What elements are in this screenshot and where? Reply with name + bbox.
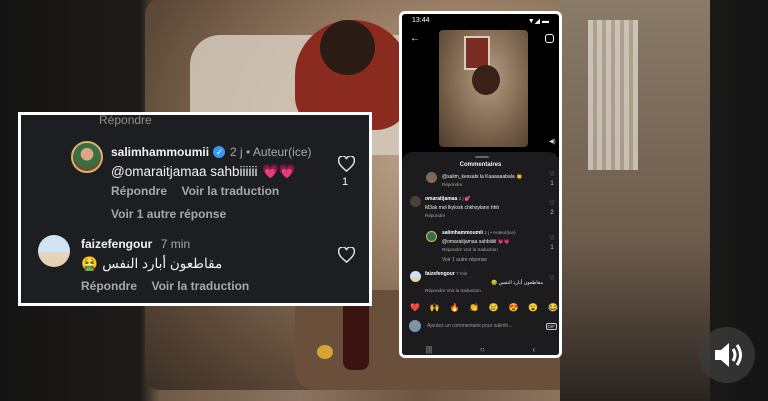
reply-button[interactable]: Répondre bbox=[425, 213, 543, 218]
emoji-raised-hands[interactable]: 🙌 bbox=[430, 303, 440, 312]
reply-button[interactable]: Répondre bbox=[111, 184, 167, 198]
quick-emoji-bar: ❤️ 🙌 🔥 👏 😢 😍 😮 😂 bbox=[410, 303, 558, 312]
comment-input[interactable]: Ajoutez un commentaire pour salimh... bbox=[427, 323, 546, 329]
see-more-replies-button[interactable]: Voir 1 autre réponse bbox=[442, 257, 487, 263]
like-heart-icon[interactable]: ♡ bbox=[547, 236, 557, 242]
comments-sheet: Commentaires @salim_kessabi la Kaaaaaaba… bbox=[402, 152, 559, 355]
see-translation-button[interactable]: Voir la traduction bbox=[151, 279, 249, 293]
reply-button[interactable]: Répondre bbox=[442, 182, 542, 187]
avatar[interactable] bbox=[410, 196, 421, 207]
like-count: 2 bbox=[550, 210, 554, 216]
emoji-surprised[interactable]: 😮 bbox=[528, 303, 538, 312]
video-stage: Répondre salimhammoumii ✓ 2 j • Auteur(i… bbox=[0, 0, 768, 401]
volume-button[interactable] bbox=[699, 327, 755, 383]
like-count: 1 bbox=[342, 176, 349, 188]
like-heart-icon[interactable] bbox=[338, 156, 355, 172]
emoji-laughing[interactable]: 😂 bbox=[548, 303, 558, 312]
comment-emoji: 🤮 bbox=[81, 256, 98, 271]
reply-button[interactable]: Répondre bbox=[425, 288, 445, 293]
comment-username[interactable]: omaraitjamaa bbox=[425, 196, 457, 202]
like-count: 1 bbox=[550, 245, 554, 251]
comment-meta: 7 min bbox=[456, 271, 468, 276]
comment-text: مقاطعون أبارد النفس 🤮 bbox=[490, 280, 543, 286]
phone-screenshot: 13:44 ▼◢ ▬ ← ◀) Commentaires @salim_kess… bbox=[399, 11, 562, 358]
comment-text: @omaraitjamaa sahbiiiiii 💗💗 bbox=[442, 239, 511, 245]
back-icon[interactable]: ‹ bbox=[532, 345, 535, 354]
gif-button[interactable]: GIF bbox=[545, 322, 557, 330]
verified-badge-icon: ✓ bbox=[213, 145, 226, 158]
comment-username[interactable]: salimhammoumii bbox=[111, 145, 209, 159]
comment-emoji: 💗💗 bbox=[261, 164, 296, 179]
reply-button[interactable]: Répondre bbox=[442, 247, 462, 252]
comment-text: @salim_kessabi la Kaaaaaabala 👏 bbox=[442, 174, 523, 180]
comment-meta: 7 min bbox=[160, 237, 191, 251]
comment-username[interactable]: faizefengour bbox=[81, 237, 152, 251]
comments-title: Commentaires bbox=[459, 162, 502, 168]
recent-apps-icon[interactable]: ||| bbox=[426, 345, 432, 354]
see-translation-button[interactable]: Voir la traduction bbox=[463, 247, 497, 252]
status-icons: ▼◢ ▬ bbox=[527, 18, 549, 25]
avatar[interactable] bbox=[38, 235, 70, 267]
status-bar: 13:44 ▼◢ ▬ bbox=[402, 14, 559, 28]
sound-icon[interactable]: ◀) bbox=[549, 138, 556, 145]
comment-text: @omaraitjamaa sahbiiiiii bbox=[111, 164, 258, 179]
see-translation-button[interactable]: Voir la traduction bbox=[181, 184, 279, 198]
faded-reply-link[interactable]: Répondre bbox=[99, 115, 152, 127]
comment-meta: 2 j • Auteur(ice) bbox=[229, 145, 312, 159]
camera-icon[interactable] bbox=[545, 34, 554, 43]
emoji-heart-eyes[interactable]: 😍 bbox=[509, 303, 519, 312]
like-heart-icon[interactable]: ♡ bbox=[547, 276, 557, 282]
status-time: 13:44 bbox=[412, 17, 430, 24]
like-count: 1 bbox=[550, 181, 554, 187]
speaker-icon bbox=[715, 343, 742, 367]
see-more-replies-button[interactable]: Voir 1 autre réponse bbox=[111, 207, 226, 221]
back-arrow-icon[interactable]: ← bbox=[410, 33, 420, 44]
zoomed-comments-card: Répondre salimhammoumii ✓ 2 j • Auteur(i… bbox=[18, 112, 372, 306]
drag-handle[interactable] bbox=[475, 156, 489, 158]
comment-input-row: Ajoutez un commentaire pour salimh... GI… bbox=[409, 319, 557, 333]
see-translation-button[interactable]: Voir la traduction bbox=[446, 288, 480, 293]
comment-meta: 2 j • Auteur(ice) bbox=[484, 230, 516, 235]
emoji-crying[interactable]: 😢 bbox=[489, 303, 499, 312]
comment-username[interactable]: salimhammoumii bbox=[442, 230, 483, 236]
avatar bbox=[409, 320, 421, 332]
avatar[interactable] bbox=[426, 172, 437, 183]
background-room bbox=[560, 0, 710, 401]
emoji-heart[interactable]: ❤️ bbox=[410, 303, 420, 312]
emoji-clap[interactable]: 👏 bbox=[469, 303, 479, 312]
avatar[interactable] bbox=[71, 141, 103, 173]
post-media[interactable] bbox=[439, 30, 528, 147]
comment-meta: 2 j 💕 bbox=[458, 196, 471, 201]
comment-text: M3ak mol lkylosk chkhsylann hhh bbox=[425, 205, 500, 211]
home-icon[interactable]: ○ bbox=[480, 345, 485, 354]
avatar[interactable] bbox=[410, 271, 421, 282]
comment-text: مقاطعون أبارد النفس bbox=[102, 256, 223, 271]
comment-username[interactable]: faizefengour bbox=[425, 271, 455, 277]
emoji-fire[interactable]: 🔥 bbox=[449, 303, 459, 312]
like-heart-icon[interactable]: ♡ bbox=[547, 201, 557, 207]
avatar[interactable] bbox=[426, 231, 437, 242]
reply-button[interactable]: Répondre bbox=[81, 279, 137, 293]
android-nav-bar: ||| ○ ‹ bbox=[402, 340, 559, 355]
like-heart-icon[interactable]: ♡ bbox=[547, 172, 557, 178]
like-heart-icon[interactable] bbox=[338, 247, 355, 263]
